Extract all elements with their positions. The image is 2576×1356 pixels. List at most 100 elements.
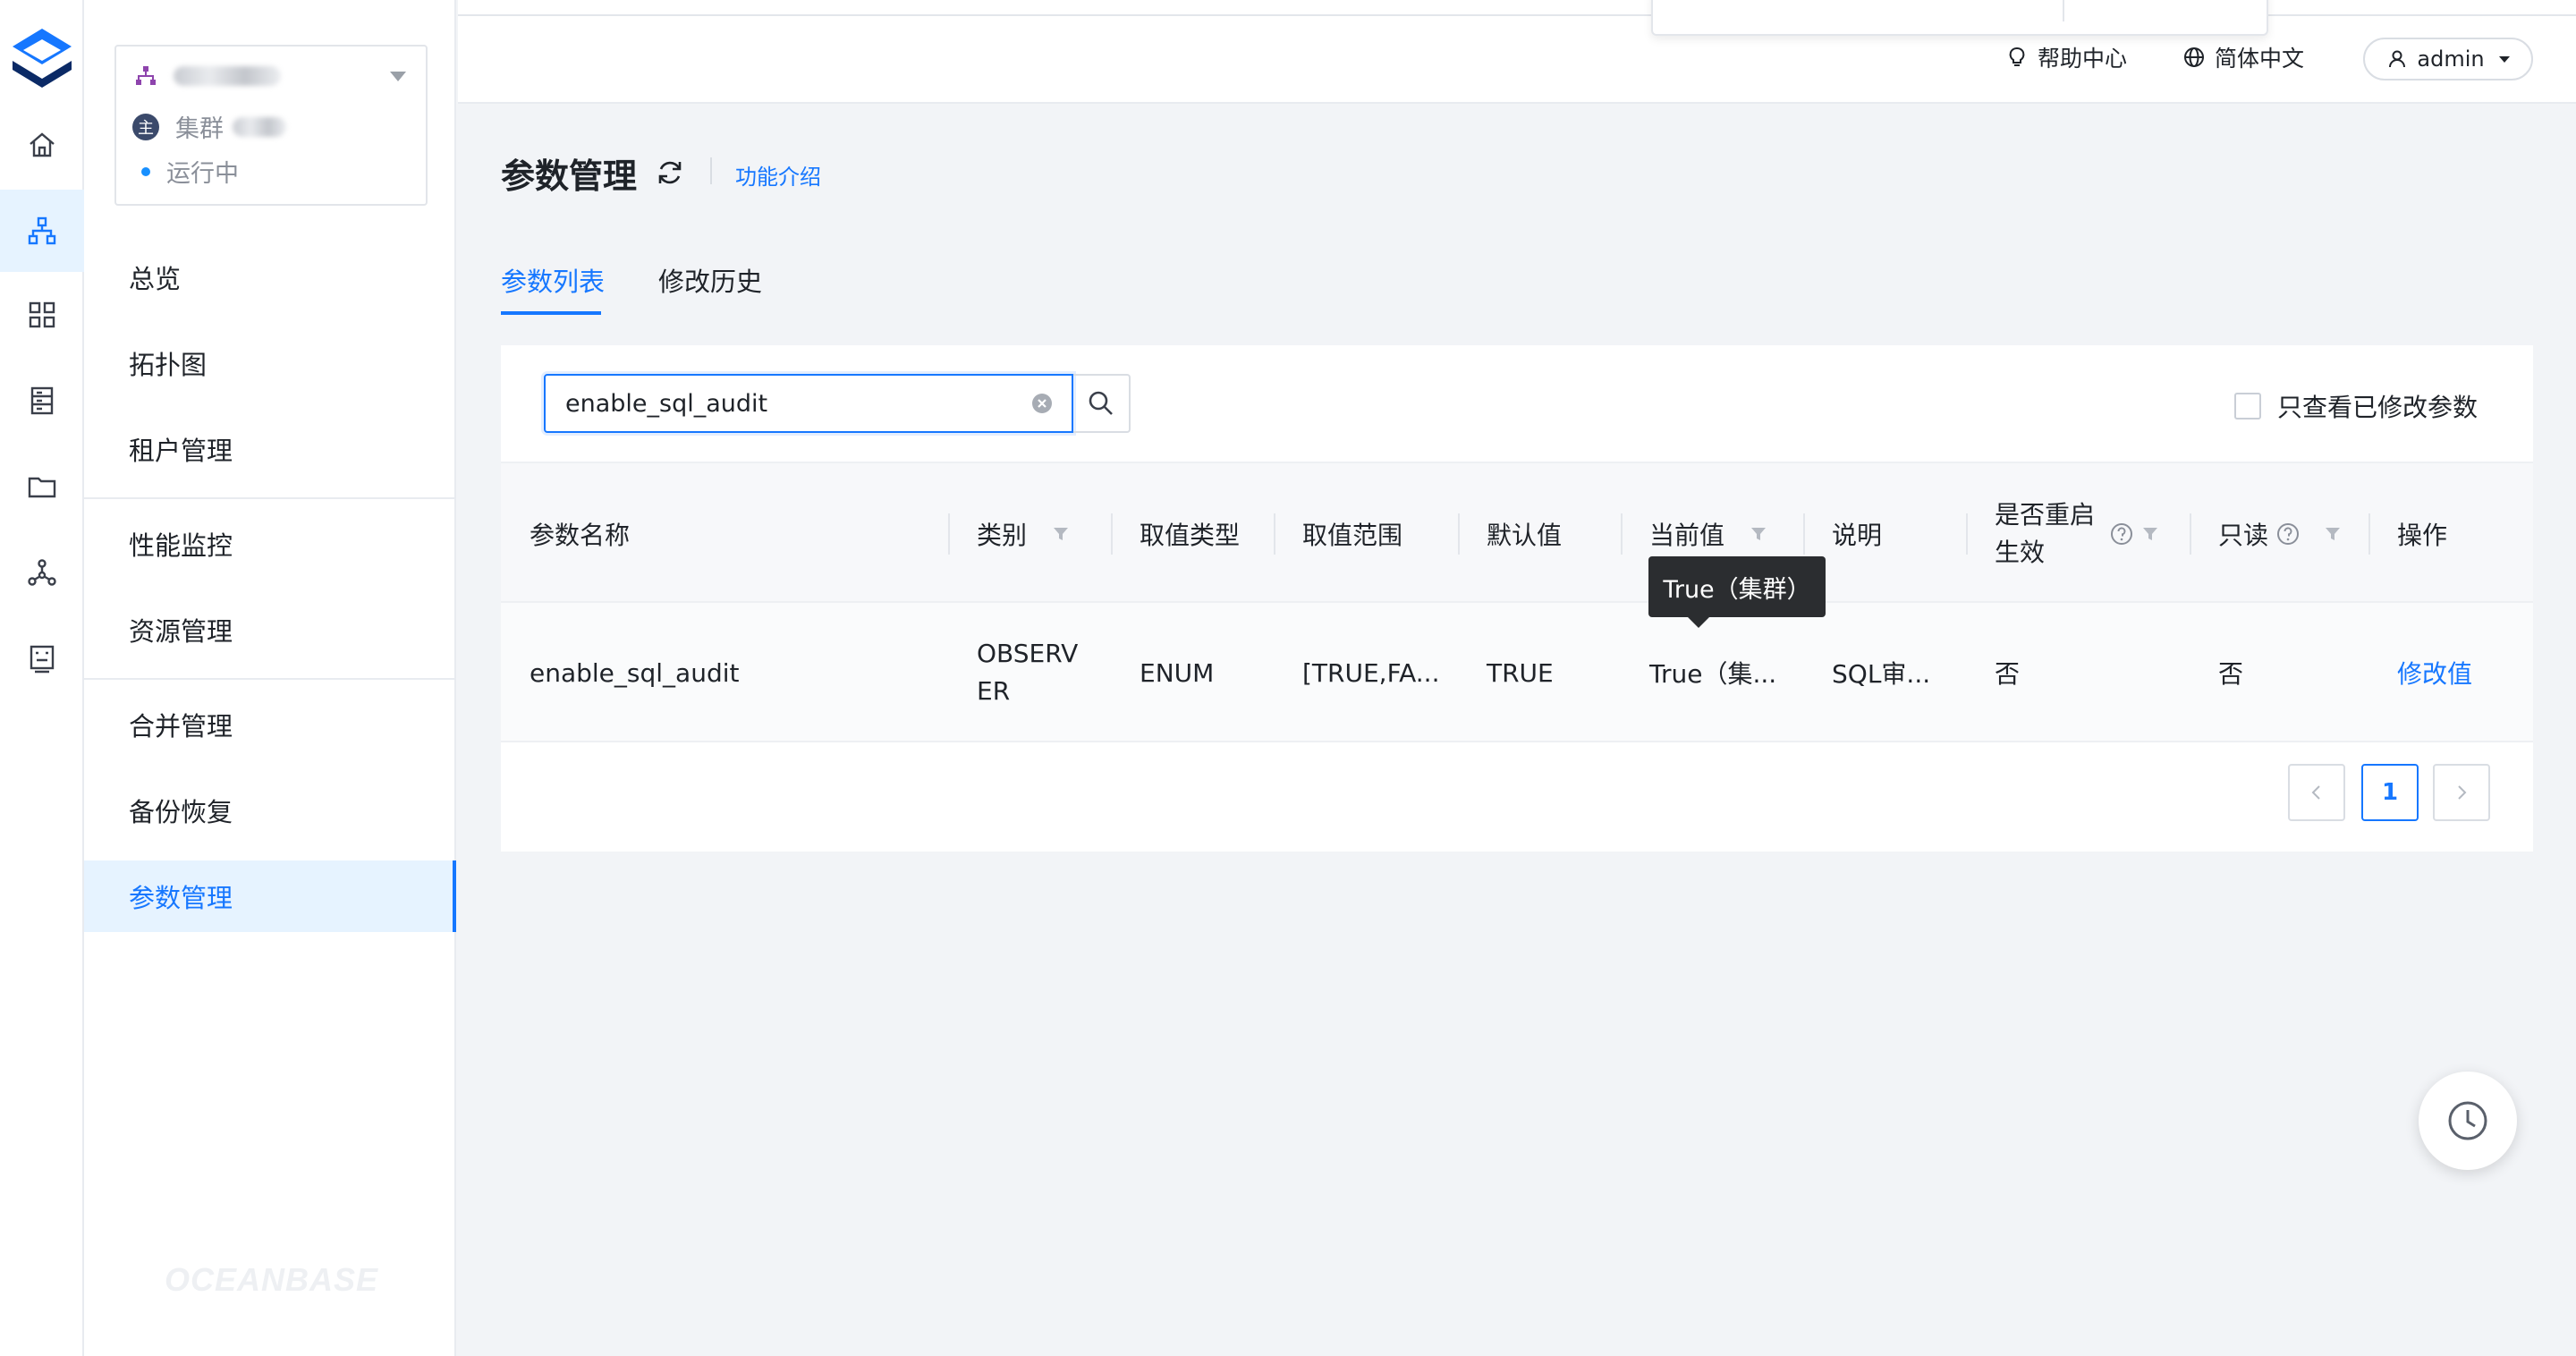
refresh-icon[interactable]	[655, 157, 685, 188]
sidebar-item-label: 拓扑图	[129, 350, 208, 380]
cluster-status-row: 运行中	[132, 154, 239, 189]
filter-icon[interactable]	[1750, 525, 1767, 543]
primary-badge: 主	[132, 113, 159, 140]
sidebar-item-monitoring[interactable]: 性能监控	[84, 508, 456, 580]
feature-intro-link[interactable]: 功能介绍	[735, 159, 821, 191]
language-switch[interactable]: 简体中文	[2182, 41, 2304, 73]
help-center-label: 帮助中心	[2038, 46, 2128, 72]
server-icon	[30, 386, 54, 415]
language-label: 简体中文	[2215, 46, 2305, 72]
table-row: enable_sql_audit OBSERVER ENUM [TRUE,FA.…	[501, 603, 2533, 742]
table-header: 参数名称 类别 取值类型 取值范围 默认值 当前值 说明 是否重启生效 只读 操…	[501, 462, 2533, 603]
clear-icon[interactable]	[1030, 392, 1054, 415]
menu-divider	[84, 497, 454, 499]
col-value-type: 取值类型	[1140, 521, 1241, 550]
rail-network[interactable]	[0, 531, 84, 614]
sidebar-item-label: 总览	[129, 264, 182, 294]
page-title: 参数管理	[501, 157, 638, 196]
rail-server[interactable]	[0, 360, 84, 442]
clock-icon	[2448, 1101, 2487, 1140]
filter-icon[interactable]	[2324, 525, 2342, 543]
tab-parameter-list[interactable]: 参数列表	[501, 261, 605, 299]
sidebar-item-label: 备份恢复	[129, 797, 233, 827]
search-field	[544, 374, 1073, 433]
rail-apps[interactable]	[0, 274, 84, 356]
page-1-button[interactable]: 1	[2361, 764, 2419, 821]
col-readonly: 只读	[2218, 463, 2342, 605]
cluster-icon	[28, 216, 56, 245]
icon-rail	[0, 0, 84, 1356]
search-button[interactable]	[1073, 374, 1131, 433]
filter-icon[interactable]	[1052, 525, 1070, 543]
col-category: 类别	[977, 463, 1070, 605]
only-modified-checkbox[interactable]	[2233, 393, 2261, 420]
report-icon	[30, 645, 55, 674]
cluster-role-row: 主 集群	[132, 109, 286, 144]
cell-value-range: [TRUE,FA...	[1302, 657, 1440, 688]
search-icon	[1089, 391, 1113, 415]
col-description: 说明	[1832, 521, 1883, 550]
sidebar-item-merge[interactable]: 合并管理	[84, 689, 456, 760]
cluster-type-label: 集群	[175, 115, 224, 143]
rail-cluster[interactable]	[0, 190, 84, 272]
sidebar-item-backup[interactable]: 备份恢复	[84, 775, 456, 846]
sidebar-item-overview[interactable]: 总览	[84, 242, 456, 313]
cell-restart: 否	[1995, 659, 2021, 689]
user-icon	[2389, 50, 2406, 68]
search-input[interactable]	[546, 376, 1029, 431]
cell-readonly: 否	[2218, 659, 2244, 689]
parameter-panel: 只查看已修改参数 参数名称 类别 取值类型 取值范围 默认值 当前值 说明 是否…	[501, 345, 2533, 852]
lightbulb-icon	[2009, 47, 2025, 66]
top-header: 帮助中心 简体中文 admin	[458, 0, 2576, 104]
sidebar-item-label: 参数管理	[129, 883, 233, 913]
apps-grid-icon	[29, 301, 55, 328]
filter-icon[interactable]	[2141, 525, 2159, 543]
cell-category: OBSERVER	[977, 639, 1079, 706]
cell-description: SQL审...	[1832, 659, 1931, 689]
chevron-down-icon[interactable]	[390, 72, 406, 81]
status-dot	[141, 166, 150, 176]
rail-home[interactable]	[0, 104, 84, 186]
cluster-sidebar: 主 集群 运行中 总览 拓扑图 租户管理 性能监控 资源管理 合并管理 备份恢复…	[84, 0, 456, 1356]
help-center-link[interactable]: 帮助中心	[2005, 41, 2127, 73]
home-icon	[30, 132, 55, 157]
only-modified-filter[interactable]: 只查看已修改参数	[2233, 388, 2478, 424]
folder-icon	[28, 477, 56, 498]
sidebar-item-label: 合并管理	[129, 711, 233, 742]
sidebar-item-tenants[interactable]: 租户管理	[84, 413, 456, 485]
find-bar-remnant	[1651, 0, 2268, 36]
help-icon[interactable]	[2275, 521, 2301, 547]
menu-divider	[84, 678, 454, 680]
sidebar-item-parameters[interactable]: 参数管理	[84, 860, 456, 932]
prev-page-button[interactable]	[2288, 764, 2345, 821]
rail-report[interactable]	[0, 617, 84, 699]
history-float-button[interactable]	[2419, 1072, 2517, 1170]
username: admin	[2417, 47, 2485, 72]
topology-icon	[136, 66, 156, 85]
col-restart: 是否重启生效	[1995, 463, 2159, 605]
cluster-id-redacted	[233, 116, 286, 137]
oceanbase-logo-icon[interactable]	[9, 25, 75, 97]
user-menu-button[interactable]: admin	[2363, 38, 2533, 81]
cell-default: TRUE	[1487, 657, 1554, 688]
chevron-right-icon	[2458, 785, 2467, 800]
tab-ink-bar	[501, 311, 601, 315]
cell-value-type: ENUM	[1140, 657, 1215, 688]
cluster-name-redacted	[174, 66, 281, 86]
only-modified-label: 只查看已修改参数	[2276, 393, 2478, 422]
help-icon[interactable]	[2109, 521, 2134, 547]
modify-value-link[interactable]: 修改值	[2397, 603, 2472, 742]
next-page-button[interactable]	[2433, 764, 2490, 821]
sidebar-item-label: 资源管理	[129, 616, 233, 647]
cluster-switcher[interactable]: 主 集群 运行中	[114, 45, 428, 206]
tab-modify-history[interactable]: 修改历史	[658, 261, 762, 299]
cell-name: enable_sql_audit	[530, 657, 740, 688]
sidebar-item-topology[interactable]: 拓扑图	[84, 327, 456, 399]
rail-folder[interactable]	[0, 445, 84, 528]
sidebar-item-resources[interactable]: 资源管理	[84, 594, 456, 665]
chevron-left-icon	[2311, 785, 2320, 800]
network-icon	[28, 559, 56, 586]
current-value-tooltip: True（集群）	[1648, 556, 1826, 628]
col-actions: 操作	[2397, 521, 2448, 550]
col-name: 参数名称	[530, 521, 631, 550]
